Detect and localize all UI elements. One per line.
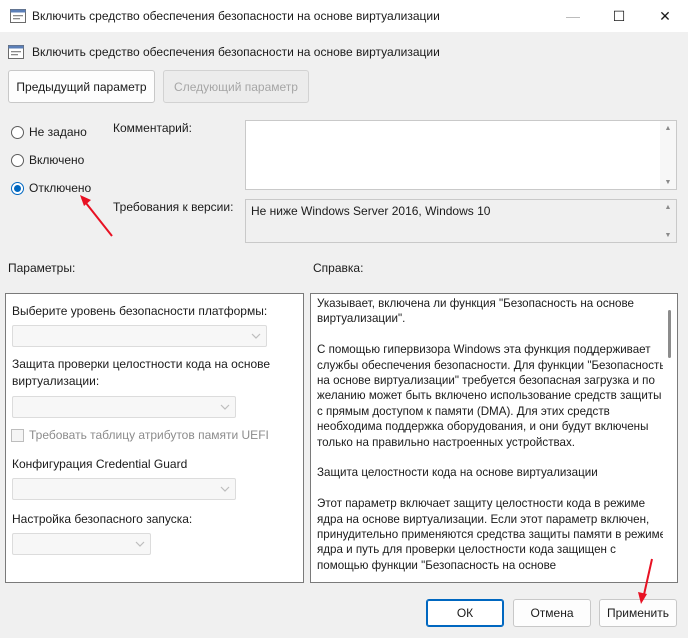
minimize-button[interactable]: —	[550, 0, 596, 32]
radio-not-configured[interactable]: Не задано	[11, 125, 87, 139]
scroll-up-icon[interactable]: ▲	[660, 200, 676, 214]
setting-title: Включить средство обеспечения безопаснос…	[32, 45, 440, 59]
hvci-label-line1: Защита проверки целостности кода на осно…	[12, 357, 271, 371]
uefi-mat-checkbox[interactable]: Требовать таблицу атрибутов памяти UEFI	[11, 428, 269, 442]
help-paragraph: Этот параметр включает защиту целостност…	[317, 497, 667, 572]
help-paragraph: Защита целостности кода на основе виртуа…	[317, 466, 598, 480]
help-scrollbar[interactable]	[663, 294, 677, 582]
requirements-label: Требования к версии:	[113, 200, 234, 214]
previous-setting-button[interactable]: Предыдущий параметр	[8, 70, 155, 103]
radio-not-configured-label: Не задано	[29, 125, 87, 139]
window-title: Включить средство обеспечения безопаснос…	[32, 9, 440, 23]
uefi-mat-checkbox-box[interactable]	[11, 428, 24, 442]
cancel-button[interactable]: Отмена	[513, 599, 591, 627]
radio-enabled-label: Включено	[29, 153, 85, 167]
radio-enabled-indicator[interactable]	[11, 153, 24, 167]
uefi-mat-label: Требовать таблицу атрибутов памяти UEFI	[29, 428, 269, 442]
annotation-arrow-icon	[80, 195, 113, 237]
policy-app-icon	[10, 9, 26, 23]
next-setting-button[interactable]: Следующий параметр	[163, 70, 309, 103]
chevron-down-icon	[251, 333, 261, 339]
help-section-label: Справка:	[313, 261, 364, 275]
hvci-select[interactable]	[12, 396, 236, 418]
secure-launch-select[interactable]	[12, 533, 151, 555]
hvci-label-line2: виртуализации:	[12, 374, 100, 388]
help-paragraph: С помощью гипервизора Windows эта функци…	[317, 343, 666, 449]
policy-setting-icon	[8, 45, 24, 59]
secure-launch-label: Настройка безопасного запуска:	[12, 512, 193, 526]
requirements-scrollbar[interactable]: ▲ ▼	[660, 200, 676, 242]
chevron-down-icon	[220, 404, 230, 410]
radio-disabled-indicator[interactable]	[11, 181, 24, 195]
radio-enabled[interactable]: Включено	[11, 153, 84, 167]
options-section-label: Параметры:	[8, 261, 76, 275]
scroll-down-icon[interactable]: ▼	[660, 228, 676, 242]
requirements-box: Не ниже Windows Server 2016, Windows 10 …	[245, 199, 677, 243]
help-paragraph: Указывает, включена ли функция "Безопасн…	[317, 297, 634, 326]
comment-scrollbar[interactable]: ▲ ▼	[660, 121, 676, 189]
help-scrollbar-thumb[interactable]	[668, 310, 671, 358]
ok-button[interactable]: ОК	[426, 599, 504, 627]
credential-guard-select[interactable]	[12, 478, 236, 500]
options-panel: Выберите уровень безопасности платформы:…	[5, 293, 304, 583]
chevron-down-icon	[220, 486, 230, 492]
chevron-down-icon	[135, 541, 145, 547]
requirements-value: Не ниже Windows Server 2016, Windows 10	[251, 204, 491, 218]
help-text: Указывает, включена ли функция "Безопасн…	[317, 296, 669, 582]
maximize-button[interactable]: ☐	[596, 0, 642, 32]
comment-label: Комментарий:	[113, 121, 192, 135]
platform-level-label: Выберите уровень безопасности платформы:	[12, 304, 268, 318]
radio-not-configured-indicator[interactable]	[11, 125, 24, 139]
credential-guard-label: Конфигурация Credential Guard	[12, 457, 188, 471]
title-bar: Включить средство обеспечения безопаснос…	[0, 0, 688, 32]
annotation-arrow-icon	[638, 558, 653, 604]
scroll-up-icon[interactable]: ▲	[660, 121, 676, 135]
help-panel: Указывает, включена ли функция "Безопасн…	[310, 293, 678, 583]
close-button[interactable]: ✕	[642, 0, 688, 32]
platform-level-select[interactable]	[12, 325, 267, 347]
comment-textarea[interactable]: ▲ ▼	[245, 120, 677, 190]
scroll-down-icon[interactable]: ▼	[660, 175, 676, 189]
